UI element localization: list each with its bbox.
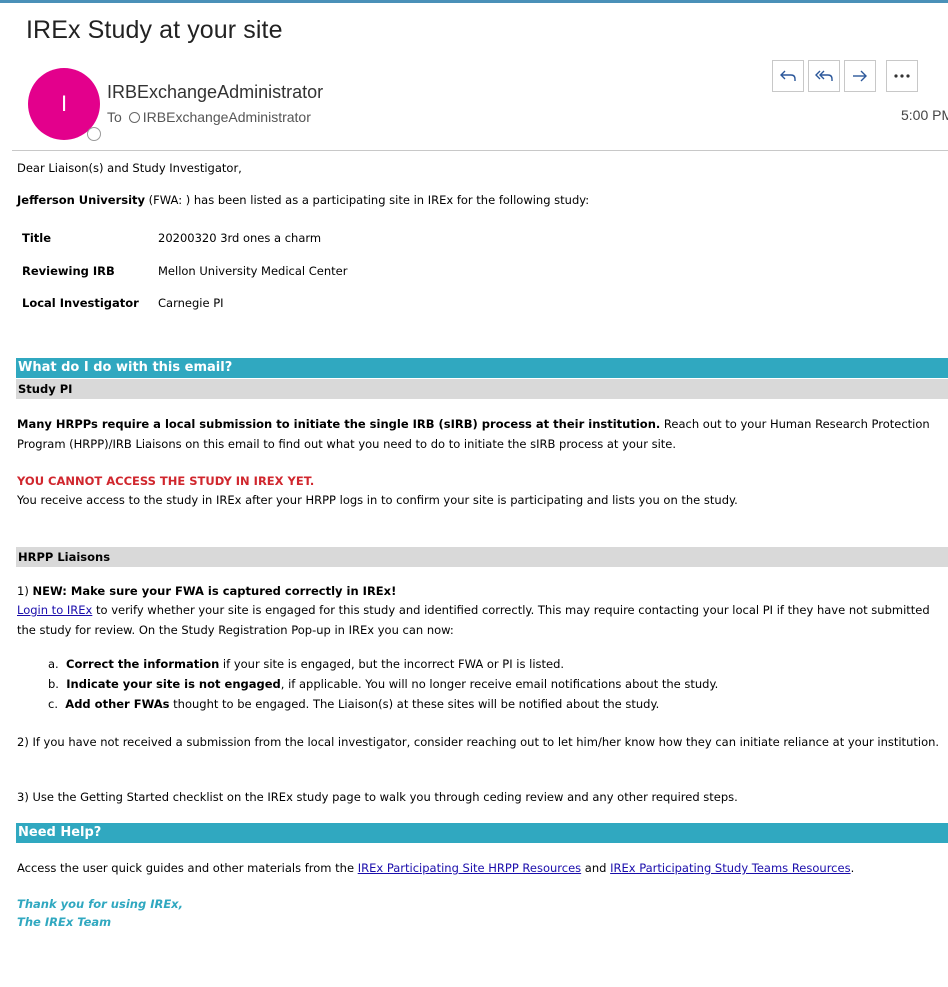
- list-item-bold: Indicate your site is not engaged: [66, 677, 281, 691]
- institution-name: Jefferson University: [17, 193, 146, 207]
- list-marker: c.: [48, 697, 58, 711]
- sender-name[interactable]: IRBExchangeAdministrator: [107, 82, 323, 103]
- list-marker: b.: [48, 677, 59, 691]
- to-label: To: [107, 109, 122, 125]
- step-1-number: 1): [17, 584, 33, 598]
- step-1-heading: 1) NEW: Make sure your FWA is captured c…: [17, 581, 396, 601]
- sign-off-thanks: Thank you for using IREx,: [17, 897, 183, 911]
- message-actions: [772, 60, 922, 92]
- list-item-text: if your site is engaged, but the incorre…: [219, 657, 565, 671]
- step-1-text: to verify whether your site is engaged f…: [17, 603, 930, 637]
- study-teams-resources-link[interactable]: IREx Participating Study Teams Resources: [610, 861, 850, 875]
- list-item: c. Add other FWAs thought to be engaged.…: [48, 694, 659, 714]
- detail-value-title: 20200320 3rd ones a charm: [158, 231, 322, 245]
- study-pi-paragraph: Many HRPPs require a local submission to…: [17, 414, 942, 454]
- help-text-end: .: [850, 861, 855, 875]
- reply-button[interactable]: [772, 60, 804, 92]
- section-header-what-to-do: What do I do with this email?: [16, 358, 948, 378]
- access-warning: YOU CANNOT ACCESS THE STUDY IN IREX YET.: [17, 474, 315, 488]
- recipient-presence-icon: [128, 111, 140, 123]
- access-note: You receive access to the study in IREx …: [17, 493, 738, 507]
- recipient-line: To IRBExchangeAdministrator: [107, 109, 311, 125]
- login-to-irex-link[interactable]: Login to IREx: [17, 603, 92, 617]
- email-subject: IREx Study at your site: [26, 16, 283, 44]
- list-item-text: thought to be engaged. The Liaison(s) at…: [169, 697, 660, 711]
- window-top-border: [0, 0, 948, 3]
- list-item-bold: Correct the information: [66, 657, 220, 671]
- more-icon: [894, 74, 910, 78]
- recipient-name[interactable]: IRBExchangeAdministrator: [143, 109, 311, 125]
- help-paragraph: Access the user quick guides and other m…: [17, 858, 854, 878]
- study-pi-bold-text: Many HRPPs require a local submission to…: [17, 417, 661, 431]
- presence-status-icon: [87, 127, 101, 141]
- subheader-hrpp-liaisons: HRPP Liaisons: [16, 547, 948, 567]
- hrpp-resources-link[interactable]: IREx Participating Site HRPP Resources: [358, 861, 581, 875]
- step-2-paragraph: 2) If you have not received a submission…: [17, 735, 940, 749]
- section-header-need-help: Need Help?: [16, 823, 948, 843]
- detail-label-reviewing-irb: Reviewing IRB: [22, 264, 115, 278]
- detail-label-title: Title: [22, 231, 52, 245]
- step-1-paragraph: Login to IREx to verify whether your sit…: [17, 600, 942, 640]
- help-text: Access the user quick guides and other m…: [17, 861, 358, 875]
- more-actions-button[interactable]: [886, 60, 918, 92]
- intro-text: (FWA: ) has been listed as a participati…: [145, 193, 590, 207]
- list-item: b. Indicate your site is not engaged, if…: [48, 674, 718, 694]
- help-text-and: and: [581, 861, 611, 875]
- list-item: a. Correct the information if your site …: [48, 654, 564, 674]
- detail-value-local-investigator: Carnegie PI: [158, 296, 224, 310]
- step-3-paragraph: 3) Use the Getting Started checklist on …: [17, 790, 738, 804]
- intro-paragraph: Jefferson University (FWA: ) has been li…: [17, 190, 589, 210]
- detail-label-local-investigator: Local Investigator: [22, 296, 139, 310]
- sign-off-team: The IREx Team: [17, 915, 112, 929]
- list-item-text: , if applicable. You will no longer rece…: [280, 677, 719, 691]
- header-divider: [12, 150, 948, 151]
- forward-icon: [853, 70, 867, 82]
- forward-button[interactable]: [844, 60, 876, 92]
- greeting: Dear Liaison(s) and Study Investigator,: [17, 161, 242, 175]
- reply-all-button[interactable]: [808, 60, 840, 92]
- step-1-bold: NEW: Make sure your FWA is captured corr…: [32, 584, 397, 598]
- received-time: 5:00 PM: [901, 107, 948, 123]
- subheader-study-pi: Study PI: [16, 379, 948, 399]
- detail-value-reviewing-irb: Mellon University Medical Center: [158, 264, 348, 278]
- avatar-initial: I: [60, 91, 68, 116]
- list-item-bold: Add other FWAs: [65, 697, 170, 711]
- reply-all-icon: [815, 70, 833, 81]
- reply-icon: [780, 70, 796, 81]
- list-marker: a.: [48, 657, 59, 671]
